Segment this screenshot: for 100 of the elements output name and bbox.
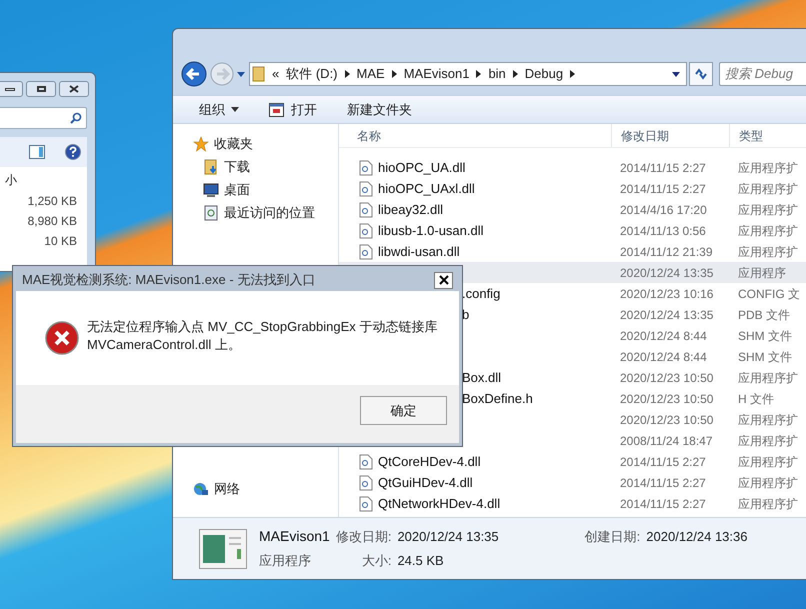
- file-type: 应用程序扩: [737, 474, 799, 492]
- close-icon: [438, 275, 448, 285]
- toolbar-button[interactable]: 新建文件夹: [347, 100, 412, 120]
- maximize-button[interactable]: [26, 81, 56, 97]
- folder-icon: [203, 158, 219, 174]
- file-type: 应用程序扩: [737, 432, 799, 450]
- column-header[interactable]: 小: [5, 173, 17, 187]
- dialog-title: MAE视觉检测系统: MAEvison1.exe - 无法找到入口: [22, 271, 316, 290]
- window-icon: [269, 102, 285, 118]
- sidebar-item[interactable]: 桌面: [193, 178, 338, 201]
- chevron-icon[interactable]: [344, 70, 350, 78]
- help-icon[interactable]: [65, 144, 81, 160]
- field-label: 大小:: [360, 552, 392, 570]
- file-name: libwdi-usan.dll: [378, 242, 460, 261]
- file-row[interactable]: hioOPC_UA.dll 2014/11/15 2:27 应用程序扩: [339, 157, 806, 178]
- file-type: PDB 文件: [737, 306, 792, 324]
- overflow-chevron[interactable]: «: [272, 64, 280, 84]
- search-field[interactable]: [0, 107, 87, 129]
- modified-date: 2014/11/12 21:39: [619, 244, 714, 260]
- file-name: hioOPC_UA.dll: [378, 158, 466, 177]
- monitor-icon: [203, 182, 219, 198]
- search-placeholder: 搜索 Debug: [725, 65, 793, 84]
- file-row[interactable]: libeay32.dll 2014/4/16 17:20 应用程序扩: [339, 199, 806, 220]
- search-field[interactable]: 搜索 Debug: [719, 62, 806, 86]
- refresh-icon: [694, 68, 708, 80]
- file-row[interactable]: QtCoreHDev-4.dll 2014/11/15 2:27 应用程序扩: [339, 451, 806, 472]
- file-name: libusb-1.0-usan.dll: [378, 222, 484, 240]
- chevron-icon[interactable]: [512, 70, 518, 78]
- breadcrumb-item[interactable]: MAE: [356, 64, 385, 84]
- modified-date: 2020/12/24 8:44: [619, 328, 708, 344]
- file-type: SHM 文件: [737, 348, 793, 366]
- application-icon: [199, 529, 247, 569]
- modified-date: 2014/11/15 2:27: [619, 160, 707, 176]
- file-row[interactable]: libusb-1.0-usan.dll 2014/11/13 0:56 应用程序扩: [339, 220, 806, 241]
- modified-date: 2014/11/15 2:27: [619, 454, 707, 470]
- file-type: 应用程序扩: [737, 160, 799, 176]
- sidebar-item[interactable]: 下载: [193, 155, 338, 178]
- file-name: BoxDefine.h: [462, 390, 533, 408]
- field-label: 创建日期:: [584, 528, 640, 546]
- preview-pane-icon[interactable]: [29, 145, 45, 159]
- dll-file-icon: [359, 202, 373, 218]
- modified-date: 2020/12/23 10:50: [619, 412, 714, 428]
- modified-date: 2014/11/15 2:27: [619, 496, 707, 512]
- file-type: H 文件: [737, 390, 775, 408]
- modified-date: 2008/11/24 18:47: [619, 432, 714, 450]
- chevron-icon[interactable]: [570, 70, 576, 78]
- dll-file-icon: [359, 160, 373, 176]
- file-row[interactable]: hioOPC_UAxl.dll 2014/11/15 2:27 应用程序扩: [339, 178, 806, 199]
- globe-icon: [193, 480, 209, 496]
- breadcrumb-item[interactable]: MAEvison1: [404, 64, 470, 84]
- modified-date: 2014/4/16 17:20: [619, 202, 708, 218]
- modified-date: 2014/11/15 2:27: [619, 180, 707, 198]
- modified-date: 2020/12/24 8:44: [619, 348, 708, 366]
- breadcrumb-item[interactable]: Debug: [524, 64, 564, 84]
- modified-date: 2014/11/13 0:56: [619, 222, 707, 240]
- sidebar-item[interactable]: 网络: [193, 477, 338, 500]
- toolbar-button[interactable]: 打开: [269, 100, 317, 120]
- modified-date: 2014/11/15 2:27: [619, 474, 707, 492]
- close-button[interactable]: [434, 272, 453, 288]
- dropdown-arrow-icon[interactable]: [672, 72, 680, 76]
- close-button[interactable]: [59, 81, 89, 97]
- file-row[interactable]: libwdi-usan.dll 2014/11/12 21:39 应用程序扩: [339, 241, 806, 262]
- file-size: 1,250 KB: [28, 193, 77, 210]
- back-button[interactable]: [181, 61, 207, 87]
- field-value: 2020/12/24 13:36: [646, 528, 748, 546]
- file-size: 8,980 KB: [28, 213, 77, 230]
- file-type: 应用程序扩: [737, 222, 799, 240]
- file-type: 应用程序扩: [737, 496, 799, 512]
- sidebar-item[interactable]: 最近访问的位置: [193, 201, 338, 224]
- refresh-button[interactable]: [689, 62, 713, 86]
- column-header[interactable]: 名称: [339, 126, 611, 144]
- ok-button[interactable]: 确定: [360, 396, 447, 425]
- file-type: 应用程序扩: [737, 412, 799, 428]
- field-label: 修改日期:: [336, 528, 392, 546]
- toolbar-button[interactable]: 组织: [199, 100, 239, 120]
- file-name: QtCoreHDev-4.dll: [378, 452, 481, 471]
- error-message: 无法定位程序输入点 MV_CC_StopGrabbingEx 于动态链接库 MVCameraControl.dll 上。: [87, 318, 438, 354]
- minimize-button[interactable]: [0, 81, 23, 97]
- file-type: 应用程序扩: [737, 244, 799, 260]
- file-type: 应用程序扩: [737, 370, 799, 386]
- caret-icon: [231, 107, 239, 112]
- column-header[interactable]: 修改日期: [611, 124, 729, 147]
- file-row[interactable]: QtGuiHDev-4.dll 2014/11/15 2:27 应用程序扩: [339, 472, 806, 493]
- file-row[interactable]: QtNetworkHDev-4.dll 2014/11/15 2:27 应用程序扩: [339, 493, 806, 514]
- breadcrumb-item[interactable]: bin: [488, 64, 506, 84]
- error-icon: [45, 321, 79, 355]
- file-size: 10 KB: [43, 233, 77, 250]
- sidebar-item[interactable]: 收藏夹: [193, 132, 338, 155]
- file-type: 应用程序扩: [737, 202, 799, 218]
- chevron-icon[interactable]: [476, 70, 482, 78]
- dropdown-arrow-icon[interactable]: [237, 72, 245, 76]
- address-bar[interactable]: « 软件 (D:) MAE MAEvison1 bin Debug: [249, 62, 687, 86]
- recent-places-icon: [203, 204, 219, 220]
- file-name: b: [462, 306, 470, 324]
- chevron-icon[interactable]: [392, 70, 397, 78]
- file-type: 应用程序扩: [737, 454, 799, 470]
- file-name: .config: [462, 284, 500, 303]
- column-header[interactable]: 类型: [729, 124, 806, 147]
- breadcrumb-item[interactable]: 软件 (D:): [286, 64, 338, 84]
- folder-icon: [252, 66, 266, 82]
